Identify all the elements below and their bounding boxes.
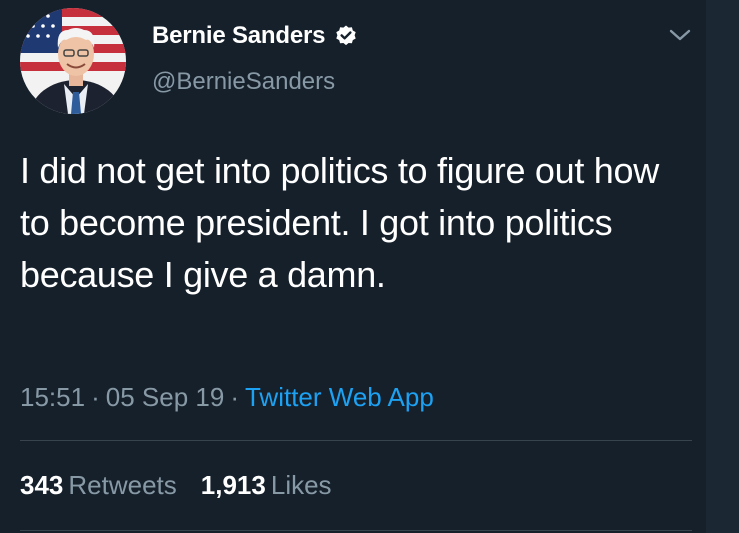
likes-label: Likes — [270, 470, 332, 500]
likes-stat[interactable]: 1,913 Likes — [201, 470, 332, 500]
author-handle[interactable]: @BernieSanders — [152, 68, 335, 96]
tweet-card: Bernie Sanders @BernieSanders I did not … — [0, 0, 706, 533]
tweet-time[interactable]: 15:51 — [20, 382, 85, 412]
tweet-date[interactable]: 05 Sep 19 — [106, 382, 225, 412]
divider — [20, 530, 692, 531]
author-display-name[interactable]: Bernie Sanders — [152, 22, 325, 50]
divider — [20, 440, 692, 441]
tweet-source-link[interactable]: Twitter Web App — [245, 382, 434, 412]
retweets-stat[interactable]: 343 Retweets — [20, 470, 177, 500]
tweet-text: I did not get into politics to figure ou… — [20, 150, 659, 295]
tweet-stats: 343 Retweets 1,913 Likes — [20, 470, 332, 501]
verified-badge-icon — [334, 24, 358, 48]
avatar[interactable] — [20, 8, 126, 114]
retweets-label: Retweets — [68, 470, 177, 500]
side-panel — [706, 0, 739, 533]
avatar-photo — [20, 8, 126, 114]
retweets-count: 343 — [20, 470, 64, 500]
meta-separator: · — [230, 382, 239, 412]
likes-count: 1,913 — [200, 470, 266, 500]
meta-separator: · — [91, 382, 100, 412]
chevron-down-icon[interactable] — [667, 24, 693, 46]
tweet-meta: 15:51 · 05 Sep 19 · Twitter Web App — [20, 382, 434, 413]
author-name-row[interactable]: Bernie Sanders — [152, 19, 358, 53]
